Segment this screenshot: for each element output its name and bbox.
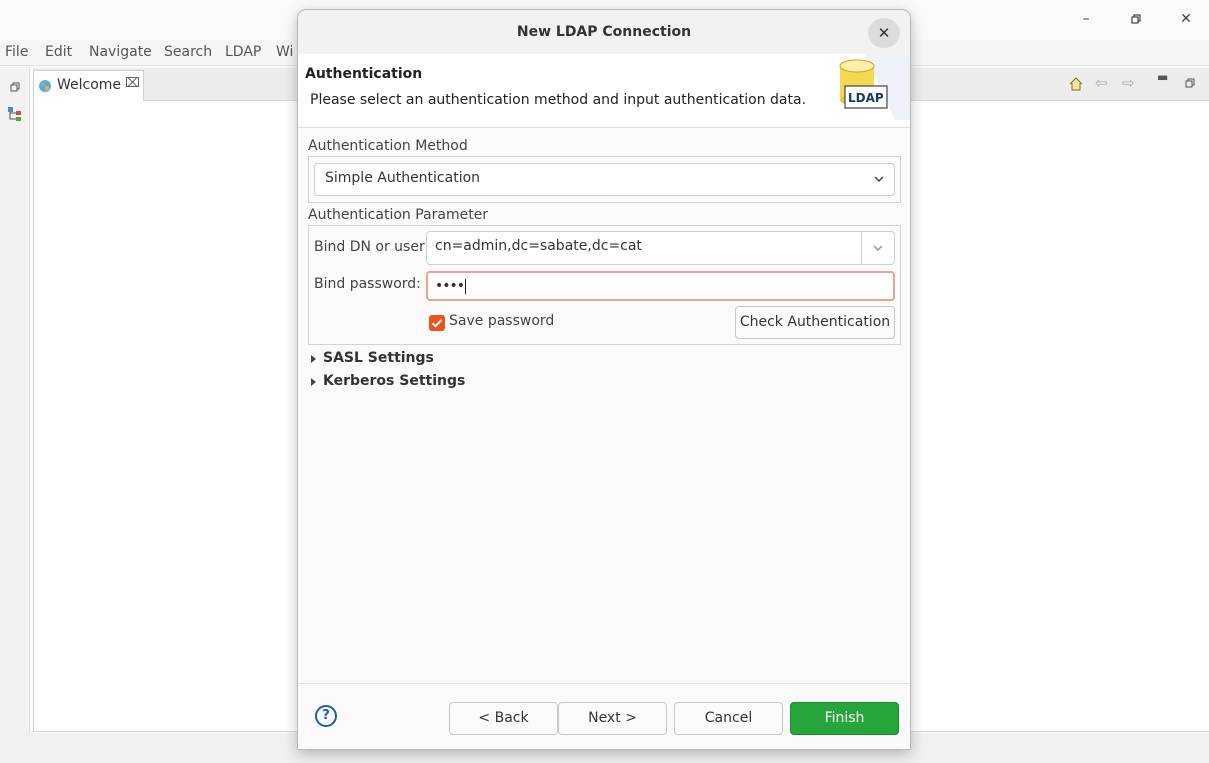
minimize-view-icon[interactable]: ▬ [1157, 70, 1168, 84]
checkmark-icon [431, 319, 443, 328]
auth-method-group-label: Authentication Method [308, 138, 471, 154]
back-arrow-icon[interactable]: ⇦ [1095, 74, 1108, 92]
menu-window[interactable]: Wi [276, 44, 293, 60]
maximize-view-icon[interactable] [1185, 78, 1195, 88]
banner-title: Authentication [305, 66, 423, 82]
wizard-banner: Authentication Please select an authenti… [298, 54, 910, 128]
welcome-icon [39, 80, 51, 92]
help-icon[interactable]: ? [315, 705, 337, 727]
tab-welcome[interactable]: Welcome ⌧ [33, 70, 144, 101]
save-password-label[interactable]: Save password [449, 313, 554, 329]
back-button[interactable]: < Back [449, 702, 558, 735]
kerberos-expand-icon[interactable] [311, 378, 316, 386]
kerberos-settings-expander[interactable]: Kerberos Settings [323, 373, 465, 389]
restore-icon[interactable] [1124, 8, 1148, 30]
dialog-close-button[interactable]: ✕ [868, 18, 900, 48]
left-toolbar [0, 67, 30, 763]
finish-button[interactable]: Finish [790, 702, 899, 735]
tree-view-icon[interactable] [7, 106, 23, 122]
auth-param-group-label: Authentication Parameter [308, 207, 492, 223]
menu-file[interactable]: File [5, 44, 28, 60]
tab-welcome-label: Welcome [57, 77, 122, 93]
chevron-down-icon [873, 245, 883, 252]
bind-dn-value: cn=admin,dc=sabate,dc=cat [435, 238, 642, 254]
cancel-button[interactable]: Cancel [674, 702, 783, 735]
banner-description: Please select an authentication method a… [310, 92, 807, 108]
bind-password-label: Bind password: [314, 276, 421, 292]
dialog-footer: ? < Back Next > Cancel Finish [298, 683, 910, 749]
home-icon[interactable] [1069, 77, 1083, 91]
menu-search[interactable]: Search [164, 44, 212, 60]
menu-navigate[interactable]: Navigate [89, 44, 152, 60]
bind-dn-combo[interactable]: cn=admin,dc=sabate,dc=cat [426, 231, 895, 265]
bind-password-value: •••• [435, 278, 465, 294]
save-password-checkbox[interactable] [429, 315, 445, 331]
menu-ldap[interactable]: LDAP [225, 44, 261, 60]
restore-view-icon[interactable] [10, 82, 20, 92]
close-icon[interactable]: ✕ [1174, 8, 1198, 30]
bind-password-input[interactable]: •••• [426, 271, 895, 301]
tab-close-icon[interactable]: ⌧ [125, 76, 140, 91]
ldap-database-icon: LDAP [835, 54, 910, 120]
bind-dn-label: Bind DN or user: [314, 239, 430, 255]
dialog-title: New LDAP Connection [298, 10, 910, 54]
chevron-down-icon [874, 176, 884, 183]
text-cursor [465, 278, 467, 294]
ldap-image-label: LDAP [848, 91, 884, 105]
sasl-expand-icon[interactable] [311, 355, 316, 363]
sasl-settings-expander[interactable]: SASL Settings [323, 350, 434, 366]
minimize-icon[interactable]: – [1074, 8, 1098, 30]
auth-method-value: Simple Authentication [325, 170, 481, 186]
bind-dn-dropdown-button[interactable] [861, 232, 894, 264]
menu-edit[interactable]: Edit [45, 44, 72, 60]
next-button[interactable]: Next > [558, 702, 667, 735]
new-ldap-connection-dialog: New LDAP Connection ✕ Authentication Ple… [297, 9, 911, 750]
check-authentication-button[interactable]: Check Authentication [735, 306, 895, 339]
forward-arrow-icon[interactable]: ⇨ [1122, 74, 1135, 92]
auth-method-select[interactable]: Simple Authentication [314, 163, 895, 196]
